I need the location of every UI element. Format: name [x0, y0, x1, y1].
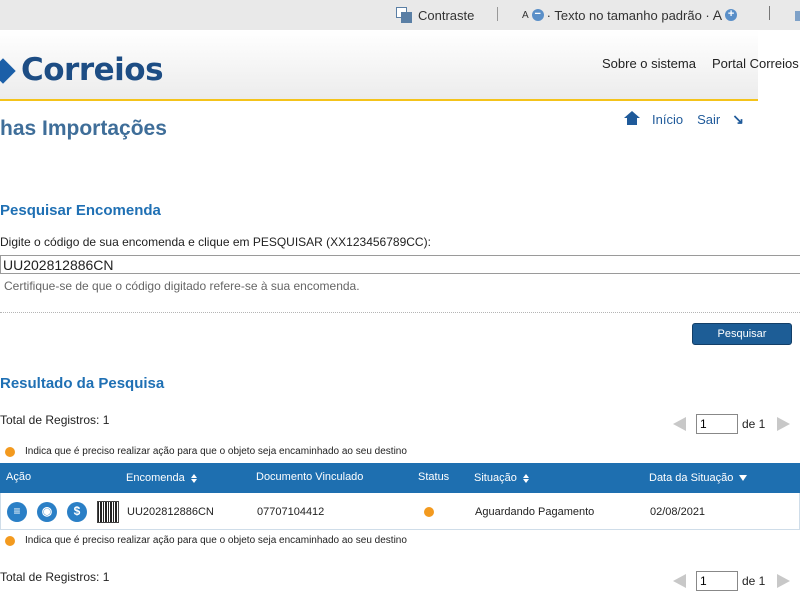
column-label: Encomenda — [126, 472, 185, 484]
contrast-label: Contraste — [418, 7, 475, 23]
column-label: Documento Vinculado — [256, 471, 364, 483]
column-label: Situação — [474, 472, 517, 484]
column-label: Data da Situação — [649, 472, 734, 484]
link-sair[interactable]: Sair — [697, 112, 720, 127]
column-situacao[interactable]: Situação — [474, 472, 529, 484]
tracking-code-input[interactable] — [0, 255, 800, 274]
exit-icon[interactable]: ↘ — [732, 112, 744, 126]
sort-icon[interactable] — [190, 473, 197, 483]
orange-dot-icon — [5, 446, 15, 457]
total-records: Total de Registros: 1 — [0, 413, 110, 427]
status-legend: Indica que é preciso realizar ação para … — [5, 535, 407, 546]
font-large-label: A — [712, 7, 723, 23]
contrast-icon — [396, 7, 412, 23]
cell-situacao: Aguardando Pagamento — [475, 506, 595, 518]
search-hint: Certifique-se de que o código digitado r… — [4, 279, 360, 293]
home-icon[interactable] — [624, 111, 640, 127]
status-legend: Indica que é preciso realizar ação para … — [5, 446, 407, 457]
table-row: ≡ ◉ $ UU202812886CN 07707104412 Aguardan… — [0, 493, 800, 530]
logo-mark-icon — [0, 52, 20, 92]
column-label: Status — [418, 471, 450, 483]
search-button[interactable]: Pesquisar — [692, 323, 792, 345]
payment-icon[interactable]: $ — [67, 502, 87, 522]
column-encomenda[interactable]: Encomenda — [126, 472, 197, 484]
page-number-input[interactable] — [696, 571, 738, 591]
search-instruction: Digite o código de sua encomenda e cliqu… — [0, 235, 431, 249]
page-nav: Início Sair ↘ — [624, 111, 744, 127]
total-records: Total de Registros: 1 — [0, 570, 110, 584]
page-count-label: de 1 — [742, 574, 766, 588]
page-title: has Importações — [0, 117, 167, 140]
link-sobre-o-sistema[interactable]: Sobre o sistema — [602, 56, 696, 71]
column-data-situacao[interactable]: Data da Situação — [649, 472, 748, 484]
font-size-controls: A − · Texto no tamanho padrão · A + — [522, 7, 738, 23]
cell-encomenda: UU202812886CN — [127, 506, 214, 518]
column-label: Ação — [6, 471, 32, 483]
divider — [497, 7, 498, 21]
search-section-title: Pesquisar Encomenda — [0, 202, 161, 219]
divider — [0, 312, 800, 313]
font-small-label: A — [522, 9, 529, 21]
legend-text: Indica que é preciso realizar ação para … — [25, 535, 407, 546]
cell-data: 02/08/2021 — [650, 506, 706, 518]
sort-icon[interactable] — [522, 473, 529, 483]
sort-desc-icon[interactable] — [739, 475, 748, 481]
column-acao: Ação — [6, 471, 31, 483]
column-documento: Documento Vinculado — [256, 471, 363, 483]
pagination-top: de 1 — [673, 414, 791, 434]
correios-logo[interactable]: Correios — [0, 48, 164, 92]
font-default-label[interactable]: · Texto no tamanho padrão · — [547, 8, 710, 23]
logo-text: Correios — [21, 52, 164, 88]
results-section-title: Resultado da Pesquisa — [0, 375, 165, 392]
page-count-label: de 1 — [742, 417, 766, 431]
legend-text: Indica que é preciso realizar ação para … — [25, 446, 407, 457]
next-page-icon[interactable] — [777, 574, 791, 588]
prev-page-icon[interactable] — [673, 574, 686, 588]
next-page-icon[interactable] — [777, 417, 791, 431]
font-increase-icon[interactable]: + — [725, 9, 738, 21]
orange-dot-icon — [5, 535, 15, 546]
view-icon[interactable]: ◉ — [37, 502, 57, 522]
details-icon[interactable]: ≡ — [7, 502, 27, 522]
accessibility-bar: Contraste A − · Texto no tamanho padrão … — [0, 0, 800, 30]
prev-page-icon[interactable] — [673, 417, 686, 431]
page-number-input[interactable] — [696, 414, 738, 434]
font-decrease-icon[interactable]: − — [531, 9, 544, 21]
column-status: Status — [418, 471, 449, 483]
link-inicio[interactable]: Início — [652, 112, 683, 127]
contrast-toggle[interactable]: Contraste — [396, 7, 474, 23]
cell-documento: 07707104412 — [257, 506, 325, 518]
pagination-bottom: de 1 — [673, 571, 791, 591]
divider — [769, 6, 770, 20]
barcode-icon[interactable] — [97, 501, 119, 523]
results-table-header: Ação Encomenda Documento Vinculado Statu… — [0, 463, 800, 493]
link-portal-correios[interactable]: Portal Correios — [712, 56, 799, 71]
menu-icon[interactable] — [795, 11, 800, 21]
status-dot-icon — [424, 507, 434, 517]
